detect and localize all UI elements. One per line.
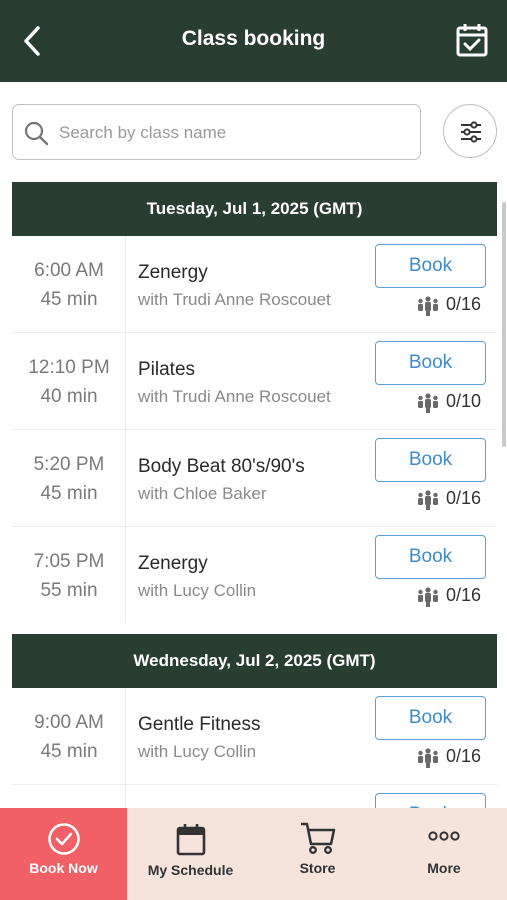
nav-label: Book Now — [29, 860, 98, 876]
people-icon — [418, 490, 438, 510]
class-row: 12:10 PM 40 min Pilates with Trudi Anne … — [12, 333, 497, 430]
class-duration: 40 min — [40, 386, 98, 407]
class-name: Zenergy — [138, 553, 208, 574]
class-duration: 45 min — [40, 289, 98, 310]
capacity-count: 0/16 — [446, 488, 482, 508]
nav-book-now[interactable]: Book Now — [0, 808, 127, 900]
day-header: Tuesday, Jul 1, 2025 (GMT) — [12, 182, 497, 236]
nav-label: Store — [299, 860, 336, 876]
sliders-icon — [461, 121, 481, 143]
book-button[interactable]: Book — [375, 438, 486, 482]
calendar-check-icon — [456, 24, 488, 57]
book-button[interactable]: Book — [375, 696, 486, 740]
capacity-count: 0/16 — [446, 294, 482, 314]
more-dots-icon — [428, 831, 460, 841]
time-column: 12:10 PM 40 min — [12, 333, 126, 429]
nav-my-schedule[interactable]: My Schedule — [127, 808, 254, 900]
time-column — [12, 785, 126, 808]
capacity-count: 0/16 — [446, 746, 482, 766]
day-header: Wednesday, Jul 2, 2025 (GMT) — [12, 634, 497, 688]
scrollbar[interactable] — [502, 202, 506, 447]
class-instructor: with Trudi Anne Roscouet — [138, 290, 331, 309]
time-column: 6:00 AM 45 min — [12, 236, 126, 332]
class-row: 7:05 PM 55 min Zenergy with Lucy Collin … — [12, 527, 497, 624]
top-bar: Class booking — [0, 0, 507, 82]
class-time: 7:05 PM — [33, 551, 105, 572]
capacity-count: 0/10 — [446, 391, 482, 411]
class-instructor: with Lucy Collin — [138, 742, 257, 761]
page-title: Class booking — [181, 27, 326, 50]
class-instructor: with Trudi Anne Roscouet — [138, 387, 331, 406]
bottom-nav: Book Now My Schedule Store More — [0, 808, 507, 900]
class-time: 5:20 PM — [33, 454, 105, 475]
nav-store[interactable]: Store — [254, 808, 381, 900]
class-row: Book — [12, 785, 497, 808]
filter-button[interactable] — [443, 104, 497, 158]
search-input[interactable]: Search by class name — [59, 123, 226, 143]
capacity-count: 0/16 — [446, 585, 482, 605]
nav-label: My Schedule — [147, 862, 234, 878]
class-name: Zenergy — [138, 262, 208, 283]
class-time: 6:00 AM — [34, 260, 104, 281]
book-button[interactable]: Book — [375, 244, 486, 288]
class-list-scroll[interactable]: Search by class name Tuesday, Jul 1, 202… — [0, 82, 507, 808]
people-icon — [418, 748, 438, 768]
people-icon — [418, 587, 438, 607]
class-row: 9:00 AM 45 min Gentle Fitness with Lucy … — [12, 688, 497, 785]
class-duration: 45 min — [40, 741, 98, 762]
search-icon — [24, 121, 49, 146]
class-row: 6:00 AM 45 min Zenergy with Trudi Anne R… — [12, 236, 497, 333]
calendar-icon — [176, 824, 205, 856]
check-circle-icon — [47, 823, 80, 855]
nav-label: More — [427, 860, 461, 876]
time-column: 9:00 AM 45 min — [12, 688, 126, 784]
book-button[interactable]: Book — [375, 341, 486, 385]
class-instructor: with Lucy Collin — [138, 581, 257, 600]
book-button[interactable]: Book — [375, 535, 486, 579]
book-button[interactable]: Book — [375, 793, 486, 808]
people-icon — [418, 393, 438, 413]
class-time: 12:10 PM — [28, 357, 110, 378]
cart-icon — [300, 822, 335, 854]
class-name: Gentle Fitness — [138, 714, 261, 735]
class-time: 9:00 AM — [34, 712, 104, 733]
class-instructor: with Chloe Baker — [138, 484, 267, 503]
class-row: 5:20 PM 45 min Body Beat 80's/90's with … — [12, 430, 497, 527]
people-icon — [418, 296, 438, 316]
time-column: 7:05 PM 55 min — [12, 527, 126, 623]
calendar-button[interactable] — [455, 22, 489, 58]
time-column: 5:20 PM 45 min — [12, 430, 126, 526]
class-name: Body Beat 80's/90's — [138, 456, 305, 477]
class-duration: 55 min — [40, 580, 98, 601]
class-name: Pilates — [138, 359, 196, 380]
nav-more[interactable]: More — [381, 808, 507, 900]
class-duration: 45 min — [40, 483, 98, 504]
search-field[interactable]: Search by class name — [12, 104, 421, 160]
